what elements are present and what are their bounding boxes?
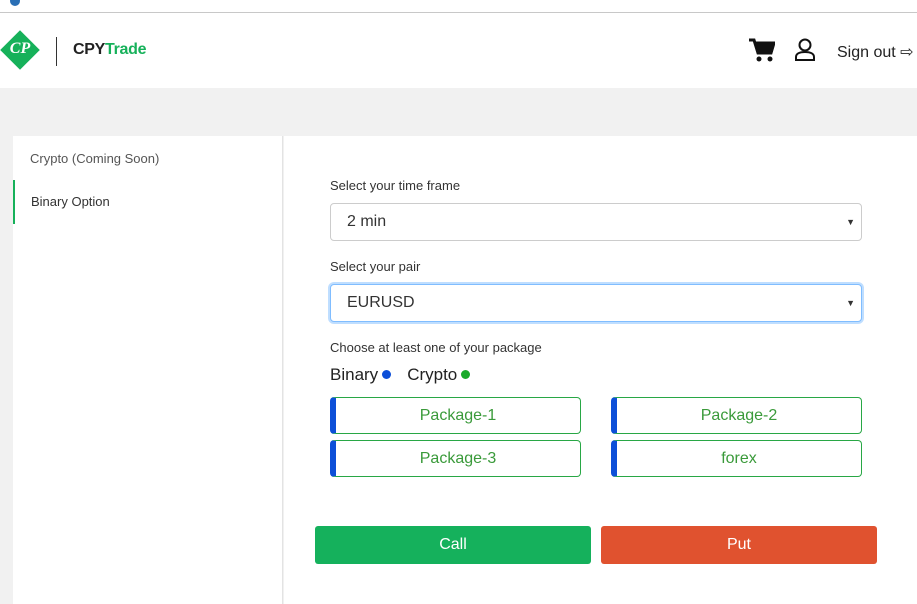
sign-out-label: Sign out (837, 44, 896, 61)
package-2-button[interactable]: Package-2 (611, 397, 862, 434)
sidebar: Crypto (Coming Soon) Binary Option (13, 136, 283, 604)
timeframe-select[interactable]: 2 min ▼ (330, 203, 862, 241)
header: CP CPYTrade Sign out ⇨ (0, 14, 917, 88)
timeframe-value: 2 min (347, 213, 387, 230)
bookmarks-bar (0, 0, 917, 13)
sidebar-item-crypto[interactable]: Crypto (Coming Soon) (13, 137, 283, 181)
brand-part2: Trade (105, 41, 147, 58)
brand-name[interactable]: CPYTrade (73, 41, 147, 59)
pair-select[interactable]: EURUSD ▼ (330, 284, 862, 322)
binary-dot-icon (382, 370, 392, 379)
pair-label: Select your pair (330, 259, 421, 274)
logo[interactable]: CP (0, 30, 40, 70)
put-button[interactable]: Put (601, 526, 877, 564)
cart-icon[interactable] (749, 38, 775, 62)
package-legend: Binary Crypto (330, 365, 486, 385)
sign-out-link[interactable]: Sign out ⇨ (837, 42, 914, 62)
call-button[interactable]: Call (315, 526, 591, 564)
legend-binary: Binary (330, 365, 379, 384)
brand-part1: CPY (73, 41, 105, 58)
sign-out-icon: ⇨ (900, 44, 914, 61)
pair-value: EURUSD (347, 294, 415, 311)
forex-button[interactable]: forex (611, 440, 862, 477)
trade-form: Select your time frame 2 min ▼ Select you… (284, 136, 917, 604)
timeframe-label: Select your time frame (330, 178, 461, 193)
user-icon[interactable] (794, 38, 816, 62)
package-1-button[interactable]: Package-1 (330, 397, 581, 434)
package-3-button[interactable]: Package-3 (330, 440, 581, 477)
sidebar-item-binary-option[interactable]: Binary Option (13, 180, 283, 224)
legend-crypto: Crypto (407, 365, 458, 384)
chevron-down-icon: ▼ (846, 298, 855, 308)
package-label: Choose at least one of your package (330, 340, 542, 355)
crypto-dot-icon (461, 370, 471, 379)
divider (56, 37, 57, 66)
chevron-down-icon: ▼ (846, 217, 855, 227)
bookmark-icon[interactable] (10, 0, 20, 6)
